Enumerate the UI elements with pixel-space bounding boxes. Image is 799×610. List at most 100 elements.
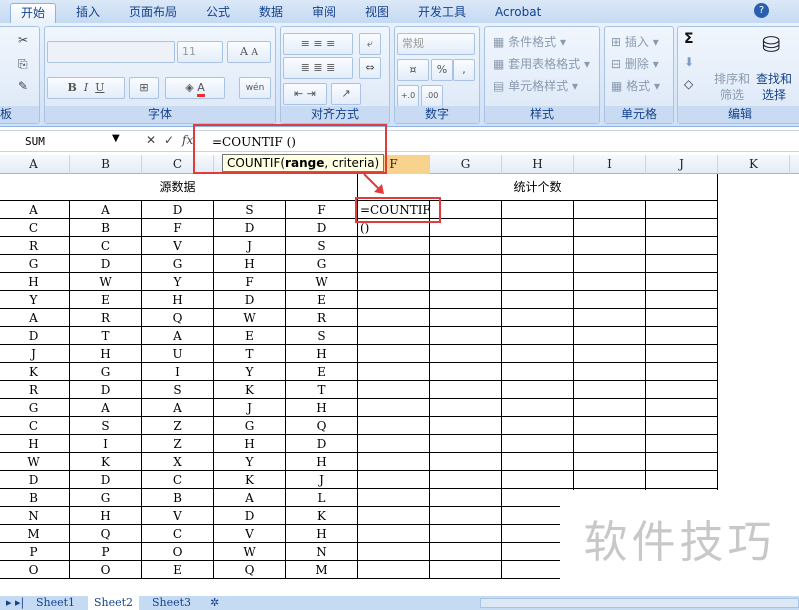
tab-developer[interactable]: 开发工具 bbox=[418, 3, 466, 23]
count-cell[interactable] bbox=[574, 327, 646, 345]
data-cell[interactable]: D bbox=[214, 219, 286, 237]
sheet-tab-sheet2[interactable]: Sheet2 bbox=[88, 596, 140, 610]
conditional-format-button[interactable]: ▦ 条件格式 ▾ bbox=[493, 33, 566, 50]
data-cell[interactable]: B bbox=[70, 219, 142, 237]
count-cell[interactable] bbox=[430, 237, 502, 255]
vertical-align-buttons[interactable]: ≡ ≡ ≡ bbox=[283, 33, 353, 55]
data-cell[interactable]: Y bbox=[142, 273, 214, 291]
data-cell[interactable]: U bbox=[142, 345, 214, 363]
count-cell[interactable] bbox=[646, 237, 718, 255]
data-cell[interactable]: D bbox=[142, 201, 214, 219]
data-cell[interactable]: M bbox=[286, 561, 358, 579]
cell-styles-button[interactable]: ▤ 单元格样式 ▾ bbox=[493, 77, 578, 94]
data-cell[interactable]: F bbox=[286, 201, 358, 219]
fill-icon[interactable]: ⬇ bbox=[684, 55, 694, 69]
name-box[interactable]: SUM bbox=[0, 133, 122, 151]
wrap-text-button[interactable]: ⤶ bbox=[359, 33, 381, 55]
data-cell[interactable]: R bbox=[0, 237, 70, 255]
count-cell[interactable] bbox=[574, 471, 646, 489]
data-cell[interactable]: H bbox=[286, 525, 358, 543]
data-cell[interactable]: T bbox=[286, 381, 358, 399]
cancel-icon[interactable]: ✕ bbox=[146, 133, 156, 147]
data-cell[interactable]: O bbox=[0, 561, 70, 579]
count-cell[interactable] bbox=[430, 381, 502, 399]
data-cell[interactable]: G bbox=[70, 489, 142, 507]
count-cell[interactable] bbox=[358, 309, 430, 327]
count-cell[interactable] bbox=[502, 219, 574, 237]
number-format-select[interactable]: 常规 bbox=[397, 33, 475, 55]
count-cell[interactable] bbox=[574, 255, 646, 273]
data-cell[interactable]: A bbox=[214, 489, 286, 507]
data-cell[interactable]: N bbox=[0, 507, 70, 525]
data-cell[interactable]: J bbox=[286, 471, 358, 489]
count-cell[interactable] bbox=[502, 201, 574, 219]
data-cell[interactable]: G bbox=[286, 255, 358, 273]
count-cell[interactable] bbox=[646, 417, 718, 435]
count-cell[interactable] bbox=[358, 273, 430, 291]
phonetic-button[interactable]: wén bbox=[239, 77, 271, 99]
grow-font-button[interactable]: A A bbox=[227, 41, 271, 63]
data-cell[interactable]: D bbox=[70, 255, 142, 273]
data-cell[interactable]: P bbox=[0, 543, 70, 561]
count-cell[interactable] bbox=[502, 471, 574, 489]
data-cell[interactable]: A bbox=[142, 327, 214, 345]
data-cell[interactable]: S bbox=[70, 417, 142, 435]
count-cell[interactable] bbox=[358, 345, 430, 363]
italic-button[interactable]: I bbox=[84, 81, 88, 94]
count-cell[interactable] bbox=[358, 363, 430, 381]
data-cell[interactable]: Y bbox=[214, 453, 286, 471]
count-cell[interactable] bbox=[358, 489, 430, 507]
data-cell[interactable]: H bbox=[286, 453, 358, 471]
data-cell[interactable]: Y bbox=[214, 363, 286, 381]
data-cell[interactable]: O bbox=[70, 561, 142, 579]
horizontal-scrollbar[interactable] bbox=[480, 598, 799, 608]
data-cell[interactable]: G bbox=[0, 399, 70, 417]
count-cell[interactable] bbox=[646, 309, 718, 327]
count-cell[interactable] bbox=[358, 417, 430, 435]
column-header-g[interactable]: G bbox=[430, 155, 502, 174]
data-cell[interactable]: H bbox=[214, 255, 286, 273]
data-cell[interactable]: V bbox=[214, 525, 286, 543]
count-cell[interactable] bbox=[358, 453, 430, 471]
count-cell[interactable] bbox=[574, 309, 646, 327]
count-cell[interactable] bbox=[358, 435, 430, 453]
count-cell[interactable] bbox=[430, 255, 502, 273]
count-cell[interactable] bbox=[358, 255, 430, 273]
tab-home[interactable]: 开始 bbox=[10, 3, 57, 23]
count-cell[interactable] bbox=[574, 453, 646, 471]
format-as-table-button[interactable]: ▦ 套用表格格式 ▾ bbox=[493, 55, 590, 72]
data-cell[interactable]: D bbox=[0, 327, 70, 345]
autosum-button[interactable]: Σ bbox=[684, 31, 694, 47]
data-cell[interactable]: G bbox=[214, 417, 286, 435]
data-cell[interactable]: X bbox=[142, 453, 214, 471]
data-cell[interactable]: J bbox=[0, 345, 70, 363]
data-cell[interactable]: R bbox=[70, 309, 142, 327]
count-cell[interactable] bbox=[358, 561, 430, 579]
data-cell[interactable]: G bbox=[0, 255, 70, 273]
count-cell[interactable] bbox=[430, 399, 502, 417]
font-name-select[interactable] bbox=[47, 41, 175, 63]
data-cell[interactable]: W bbox=[0, 453, 70, 471]
data-cell[interactable]: C bbox=[70, 237, 142, 255]
data-cell[interactable]: W bbox=[70, 273, 142, 291]
border-button[interactable]: ⊞ bbox=[129, 77, 159, 99]
insert-sheet-icon[interactable]: ✲ bbox=[204, 596, 225, 610]
data-cell[interactable]: H bbox=[0, 435, 70, 453]
indent-buttons[interactable]: ⇤ ⇥ bbox=[283, 83, 327, 105]
tab-data[interactable]: 数据 bbox=[259, 3, 283, 23]
column-header-h[interactable]: H bbox=[502, 155, 574, 174]
data-cell[interactable]: W bbox=[214, 543, 286, 561]
count-cell[interactable] bbox=[502, 381, 574, 399]
data-cell[interactable]: V bbox=[142, 237, 214, 255]
count-cell[interactable] bbox=[358, 507, 430, 525]
data-cell[interactable]: A bbox=[0, 309, 70, 327]
tab-review[interactable]: 审阅 bbox=[312, 3, 336, 23]
name-box-dropdown-icon[interactable]: ▼ bbox=[112, 133, 120, 144]
currency-button[interactable]: ¤ bbox=[397, 59, 429, 81]
data-cell[interactable]: H bbox=[0, 273, 70, 291]
data-cell[interactable]: G bbox=[70, 363, 142, 381]
data-cell[interactable]: T bbox=[214, 345, 286, 363]
count-cell[interactable] bbox=[430, 525, 502, 543]
count-cell[interactable] bbox=[502, 435, 574, 453]
data-cell[interactable]: W bbox=[214, 309, 286, 327]
